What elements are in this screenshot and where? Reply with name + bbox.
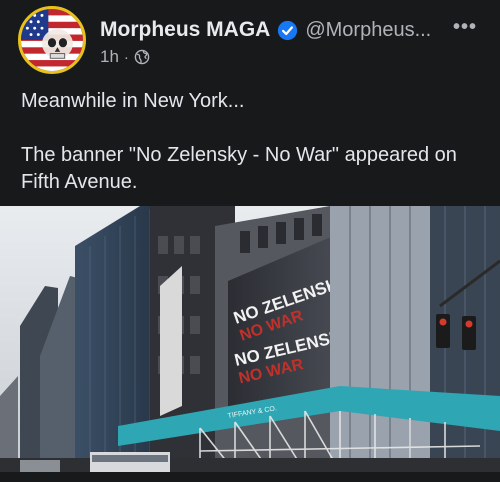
- post-meta: 1h ·: [100, 44, 150, 70]
- post-text-line-1: Meanwhile in New York...: [21, 90, 245, 112]
- post-photo[interactable]: NO ZELENSKY NO WAR NO ZELENSKY NO WAR TI…: [0, 206, 500, 472]
- us-flag-skull-avatar-icon: [21, 9, 83, 71]
- globe-icon: [134, 49, 150, 65]
- post-header: Morpheus MAGA @Morpheus... 1h · •••: [0, 0, 500, 80]
- author-row: Morpheus MAGA @Morpheus...: [100, 16, 431, 44]
- post-timestamp[interactable]: 1h: [100, 47, 119, 67]
- post-text-line-2: The banner "No Zelensky - No War" appear…: [21, 144, 457, 193]
- post-card: Morpheus MAGA @Morpheus... 1h · ••• Mean…: [0, 0, 500, 482]
- author-avatar[interactable]: [18, 6, 86, 74]
- post-text: Meanwhile in New York... The banner "No …: [21, 88, 481, 196]
- author-handle[interactable]: @Morpheus...: [305, 19, 431, 42]
- more-options-button[interactable]: •••: [452, 14, 478, 40]
- author-name[interactable]: Morpheus MAGA: [100, 18, 270, 42]
- meta-separator: ·: [123, 48, 129, 66]
- post-bottom-bar: [0, 472, 500, 482]
- verified-badge-icon: [278, 20, 298, 40]
- fifth-avenue-photo-scene: NO ZELENSKY NO WAR NO ZELENSKY NO WAR TI…: [0, 206, 500, 472]
